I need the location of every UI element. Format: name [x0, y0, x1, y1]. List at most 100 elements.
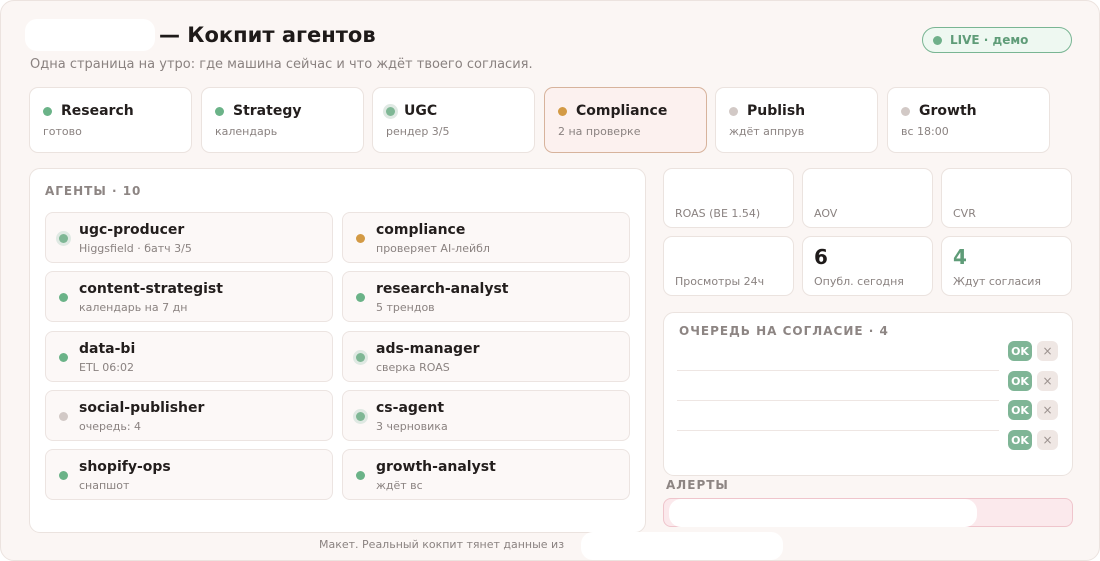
queue-divider	[677, 400, 999, 401]
agent-name: data-bi	[79, 341, 136, 357]
status-dot-icon	[59, 412, 68, 421]
approve-button[interactable]: OK	[1008, 371, 1032, 391]
agent-name: shopify-ops	[79, 459, 171, 475]
kpi-cvr: CVR	[941, 168, 1072, 228]
status-dot-icon	[901, 106, 910, 116]
kpi-label: Просмотры 24ч	[675, 275, 765, 288]
queue-label: ОЧЕРЕДЬ НА СОГЛАСИЕ · 4	[679, 324, 889, 338]
stage-status: календарь	[215, 125, 278, 138]
kpi-label: Опубл. сегодня	[814, 275, 904, 288]
agent-name: ads-manager	[376, 341, 480, 357]
agent-name: content-strategist	[79, 281, 223, 297]
stage-publish[interactable]: Publish ждёт аппрув	[715, 87, 878, 153]
approve-button[interactable]: OK	[1008, 341, 1032, 361]
kpi-views: Просмотры 24ч	[663, 236, 794, 296]
agent-status: календарь на 7 дн	[79, 301, 188, 314]
stage-name: Research	[61, 103, 134, 119]
stage-ugc[interactable]: UGC рендер 3/5	[372, 87, 535, 153]
reject-button[interactable]: ×	[1037, 430, 1058, 450]
status-dot-icon	[729, 106, 738, 116]
stage-name: Publish	[747, 103, 806, 119]
page-subtitle: Одна страница на утро: где машина сейчас…	[30, 57, 533, 72]
kpi-awaiting-consent: 4 Ждут согласия	[941, 236, 1072, 296]
status-dot-icon	[356, 293, 365, 302]
stage-name: Strategy	[233, 103, 302, 119]
status-dot-icon	[59, 234, 68, 243]
reject-button[interactable]: ×	[1037, 400, 1058, 420]
kpi-label: CVR	[953, 207, 976, 220]
agent-card-growth-analyst[interactable]: growth-analyst ждёт вс	[342, 449, 630, 500]
redacted-brand	[25, 19, 155, 51]
stage-research[interactable]: Research готово	[29, 87, 192, 153]
kpi-roas: ROAS (BE 1.54)	[663, 168, 794, 228]
live-badge[interactable]: LIVE · демо	[922, 27, 1072, 53]
live-badge-label: LIVE · демо	[950, 33, 1029, 47]
page-title: — Кокпит агентов	[159, 23, 376, 47]
stage-status: вс 18:00	[901, 125, 949, 138]
stage-growth[interactable]: Growth вс 18:00	[887, 87, 1050, 153]
agent-status: сверка ROAS	[376, 361, 450, 374]
status-dot-icon	[215, 106, 224, 116]
agent-card-cs-agent[interactable]: cs-agent 3 черновика	[342, 390, 630, 441]
agent-name: research-analyst	[376, 281, 509, 297]
live-indicator-icon	[933, 35, 942, 45]
agent-status: Higgsfield · батч 3/5	[79, 242, 192, 255]
agent-status: ждёт вс	[376, 479, 423, 492]
status-dot-icon	[59, 471, 68, 480]
agent-name: growth-analyst	[376, 459, 496, 475]
approve-button[interactable]: OK	[1008, 430, 1032, 450]
agent-name: compliance	[376, 222, 466, 238]
agent-card-data-bi[interactable]: data-bi ETL 06:02	[45, 331, 333, 382]
redacted-alert-text	[669, 499, 977, 527]
agent-card-content-strategist[interactable]: content-strategist календарь на 7 дн	[45, 271, 333, 322]
kpi-value: 4	[953, 245, 967, 269]
alerts-label: АЛЕРТЫ	[666, 478, 729, 492]
agent-name: cs-agent	[376, 400, 445, 416]
kpi-value: 6	[814, 245, 828, 269]
kpi-label: AOV	[814, 207, 838, 220]
stage-status: ждёт аппрув	[729, 125, 805, 138]
cockpit-frame: — Кокпит агентов Одна страница на утро: …	[0, 0, 1100, 561]
queue-divider	[677, 370, 999, 371]
agent-card-research-analyst[interactable]: research-analyst 5 трендов	[342, 271, 630, 322]
stage-strategy[interactable]: Strategy календарь	[201, 87, 364, 153]
agent-card-shopify-ops[interactable]: shopify-ops снапшот	[45, 449, 333, 500]
kpi-aov: AOV	[802, 168, 933, 228]
stage-name: Compliance	[576, 103, 668, 119]
agent-name: social-publisher	[79, 400, 205, 416]
status-dot-icon	[356, 412, 365, 421]
stage-status: готово	[43, 125, 82, 138]
stage-name: Growth	[919, 103, 977, 119]
agent-card-social-publisher[interactable]: social-publisher очередь: 4	[45, 390, 333, 441]
status-dot-icon	[356, 353, 365, 362]
agent-card-compliance[interactable]: compliance проверяет AI-лейбл	[342, 212, 630, 263]
status-dot-icon	[43, 106, 52, 116]
agent-status: снапшот	[79, 479, 130, 492]
approve-button[interactable]: OK	[1008, 400, 1032, 420]
reject-button[interactable]: ×	[1037, 371, 1058, 391]
status-dot-icon	[356, 234, 365, 243]
kpi-label: ROAS (BE 1.54)	[675, 207, 761, 220]
consent-queue-panel: ОЧЕРЕДЬ НА СОГЛАСИЕ · 4	[663, 312, 1073, 476]
queue-divider	[677, 430, 999, 431]
stage-status: 2 на проверке	[558, 125, 641, 138]
agent-status: 3 черновика	[376, 420, 448, 433]
agent-status: проверяет AI-лейбл	[376, 242, 490, 255]
agent-status: 5 трендов	[376, 301, 435, 314]
kpi-label: Ждут согласия	[953, 275, 1042, 288]
status-dot-icon	[59, 353, 68, 362]
kpi-published-today: 6 Опубл. сегодня	[802, 236, 933, 296]
stage-status: рендер 3/5	[386, 125, 450, 138]
agent-card-ugc-producer[interactable]: ugc-producer Higgsfield · батч 3/5	[45, 212, 333, 263]
footer-note: Макет. Реальный кокпит тянет данные из	[319, 538, 565, 551]
status-dot-icon	[356, 471, 365, 480]
status-dot-icon	[558, 106, 567, 116]
agents-panel-label: АГЕНТЫ · 10	[45, 184, 142, 198]
reject-button[interactable]: ×	[1037, 341, 1058, 361]
stage-compliance[interactable]: Compliance 2 на проверке	[544, 87, 707, 153]
redacted-footer-source	[581, 532, 783, 560]
agent-status: очередь: 4	[79, 420, 142, 433]
agent-name: ugc-producer	[79, 222, 185, 238]
agent-card-ads-manager[interactable]: ads-manager сверка ROAS	[342, 331, 630, 382]
status-dot-icon	[386, 106, 395, 116]
